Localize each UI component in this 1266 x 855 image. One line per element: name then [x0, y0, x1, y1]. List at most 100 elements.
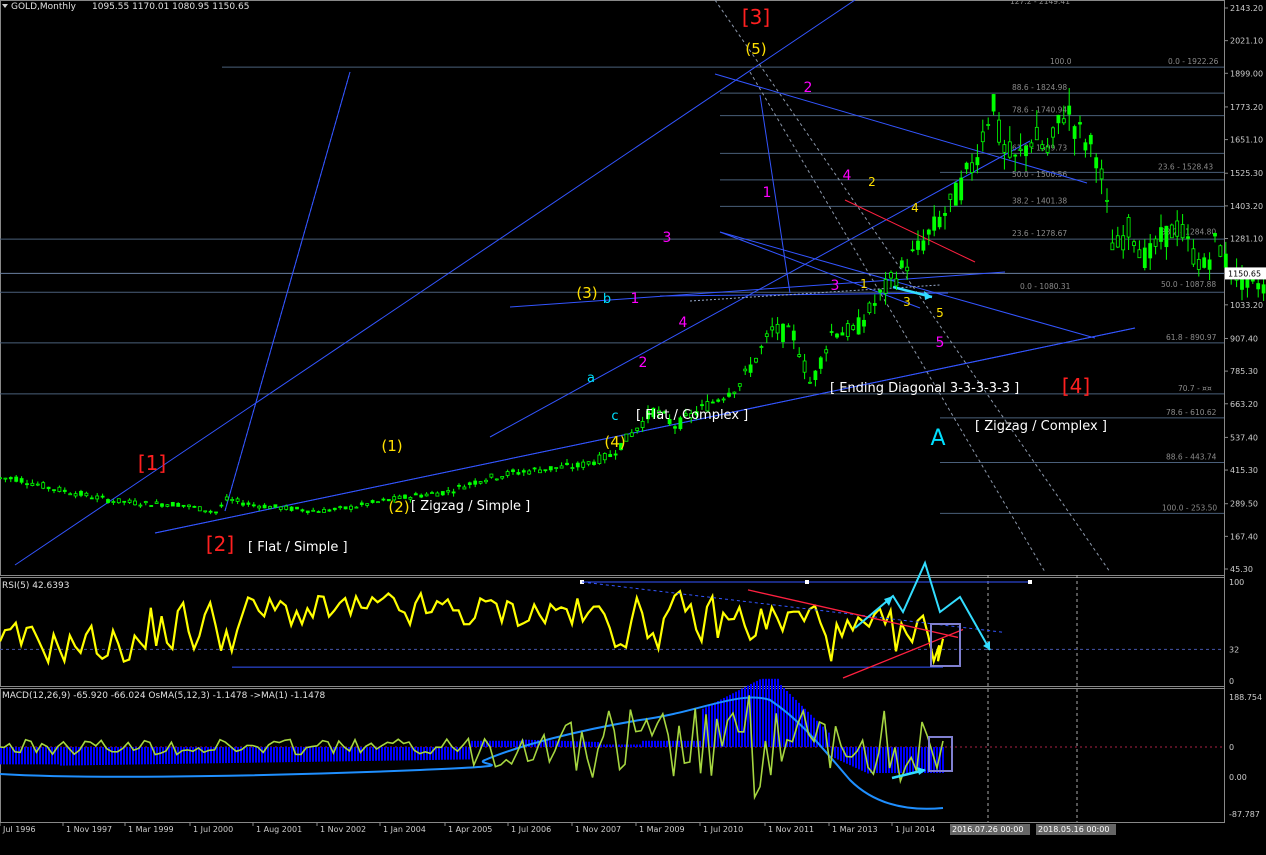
macd-histogram-bar — [315, 747, 317, 762]
macd-histogram-bar — [576, 741, 578, 747]
price-candle-body — [219, 504, 224, 507]
price-candle-body — [1142, 247, 1147, 269]
macd-histogram-bar — [861, 747, 863, 771]
price-tick-label: 1899.00 — [1230, 69, 1263, 78]
price-candle-body — [365, 503, 370, 506]
macd-histogram-bar — [3, 747, 5, 765]
macd-histogram-bar — [252, 747, 254, 763]
price-candle-body — [1186, 236, 1190, 239]
price-candle-body — [1013, 154, 1018, 157]
macd-histogram-bar — [834, 747, 836, 759]
price-candle-body — [851, 325, 856, 330]
macd-histogram-bar — [225, 747, 227, 764]
macd-histogram-bar — [426, 747, 428, 761]
wave-label-minor: 1 — [763, 185, 772, 201]
macd-histogram-bar — [51, 747, 53, 765]
price-candle-body — [235, 498, 240, 502]
price-candle-body — [170, 501, 175, 507]
macd-histogram-bar — [147, 747, 149, 765]
price-candle-body — [813, 370, 818, 381]
macd-histogram-bar — [648, 740, 650, 747]
macd-histogram-bar — [93, 747, 95, 766]
macd-histogram-bar — [621, 744, 623, 747]
price-candle-body — [905, 266, 910, 272]
macd-histogram-bar — [441, 747, 443, 760]
wave-label-minor: 1 — [631, 291, 640, 307]
price-candle-body — [986, 124, 991, 126]
price-candle-body — [122, 500, 127, 503]
macd-histogram-bar — [516, 740, 518, 747]
fibonacci-level-label: 78.6 - 610.62 — [1166, 408, 1217, 417]
macd-histogram-bar — [423, 747, 425, 761]
macd-histogram-bar — [447, 747, 449, 760]
macd-histogram-bar — [285, 747, 287, 763]
macd-histogram-bar — [561, 740, 563, 747]
macd-histogram-bar — [609, 744, 611, 747]
price-tick-label: 1773.20 — [1230, 103, 1263, 112]
price-candle-body — [467, 482, 472, 486]
time-tick-label: 1 Nov 2007 — [575, 825, 621, 834]
price-candle-body — [554, 467, 559, 469]
macd-histogram-bar — [177, 747, 179, 764]
price-candle-body — [824, 349, 829, 354]
price-candle-body — [311, 509, 316, 512]
price-candle-body — [14, 476, 19, 482]
price-candle-body — [440, 491, 445, 496]
wave-label-diagonal: 3 — [903, 295, 911, 309]
macd-histogram-bar — [246, 747, 248, 763]
wave-label-diagonal: 5 — [936, 306, 944, 320]
price-candle-body — [1094, 157, 1099, 169]
price-candle-body — [0, 477, 2, 480]
macd-histogram-bar — [180, 747, 182, 764]
price-candle-body — [84, 492, 89, 497]
macd-histogram-bar — [171, 747, 173, 764]
price-candle-body — [516, 472, 521, 475]
macd-histogram-bar — [243, 747, 245, 763]
macd-histogram-bar — [45, 747, 47, 765]
macd-axis-label: 0.00 — [1229, 773, 1247, 782]
price-candle-body — [1061, 118, 1066, 124]
time-tick-label: 1 Nov 2011 — [768, 825, 814, 834]
price-candle-body — [484, 479, 488, 483]
price-candle-body — [916, 240, 920, 250]
macd-histogram-bar — [207, 747, 209, 764]
wave-label-corrective: b — [603, 292, 611, 307]
macd-histogram-bar — [462, 747, 464, 760]
macd-histogram-bar — [237, 747, 239, 763]
price-candle-body — [116, 498, 121, 504]
price-candle-body — [106, 499, 110, 503]
price-candle-body — [791, 330, 796, 341]
price-candle-body — [143, 501, 148, 504]
pattern-annotation: [ Zigzag / Simple ] — [411, 499, 530, 514]
price-tick-label: 907.40 — [1230, 334, 1258, 343]
macd-histogram-bar — [324, 747, 326, 762]
price-candle-body — [343, 506, 348, 510]
time-tick-label: 1 Mar 2009 — [639, 825, 685, 834]
price-candle-body — [1213, 233, 1217, 237]
main-chart-title: GOLD,Monthly 1095.55 1170.01 1080.95 115… — [2, 2, 249, 12]
price-tick-label: 45.30 — [1230, 565, 1253, 574]
macd-histogram-bar — [636, 744, 638, 747]
price-candle-body — [457, 484, 461, 487]
macd-histogram-bar — [270, 747, 272, 763]
chart-canvas[interactable]: 127.2 - 2149.41 100.0 0.0 - 1922.26 88.6 - … — [0, 0, 1266, 851]
pattern-annotation: [ Zigzag / Complex ] — [975, 419, 1107, 434]
price-candle-body — [1180, 224, 1185, 239]
price-candle-body — [1045, 146, 1050, 153]
macd-histogram-bar — [552, 740, 554, 747]
price-candle-body — [1072, 126, 1077, 139]
price-candle-body — [840, 332, 845, 336]
price-tick-label: 289.50 — [1230, 500, 1258, 509]
fibonacci-level-label: 100.0 — [1050, 57, 1072, 66]
macd-histogram-bar — [795, 699, 797, 747]
wave-label-minor: 4 — [843, 168, 852, 184]
price-candle-body — [899, 260, 904, 268]
wave-label-primary: [4] — [1062, 374, 1090, 398]
price-candle-body — [1191, 248, 1196, 265]
price-candle-body — [1153, 238, 1158, 247]
macd-histogram-bar — [15, 747, 17, 765]
price-candle-body — [937, 216, 942, 228]
macd-histogram-bar — [684, 740, 686, 747]
macd-histogram-bar — [564, 740, 566, 747]
price-candle-body — [926, 229, 931, 235]
